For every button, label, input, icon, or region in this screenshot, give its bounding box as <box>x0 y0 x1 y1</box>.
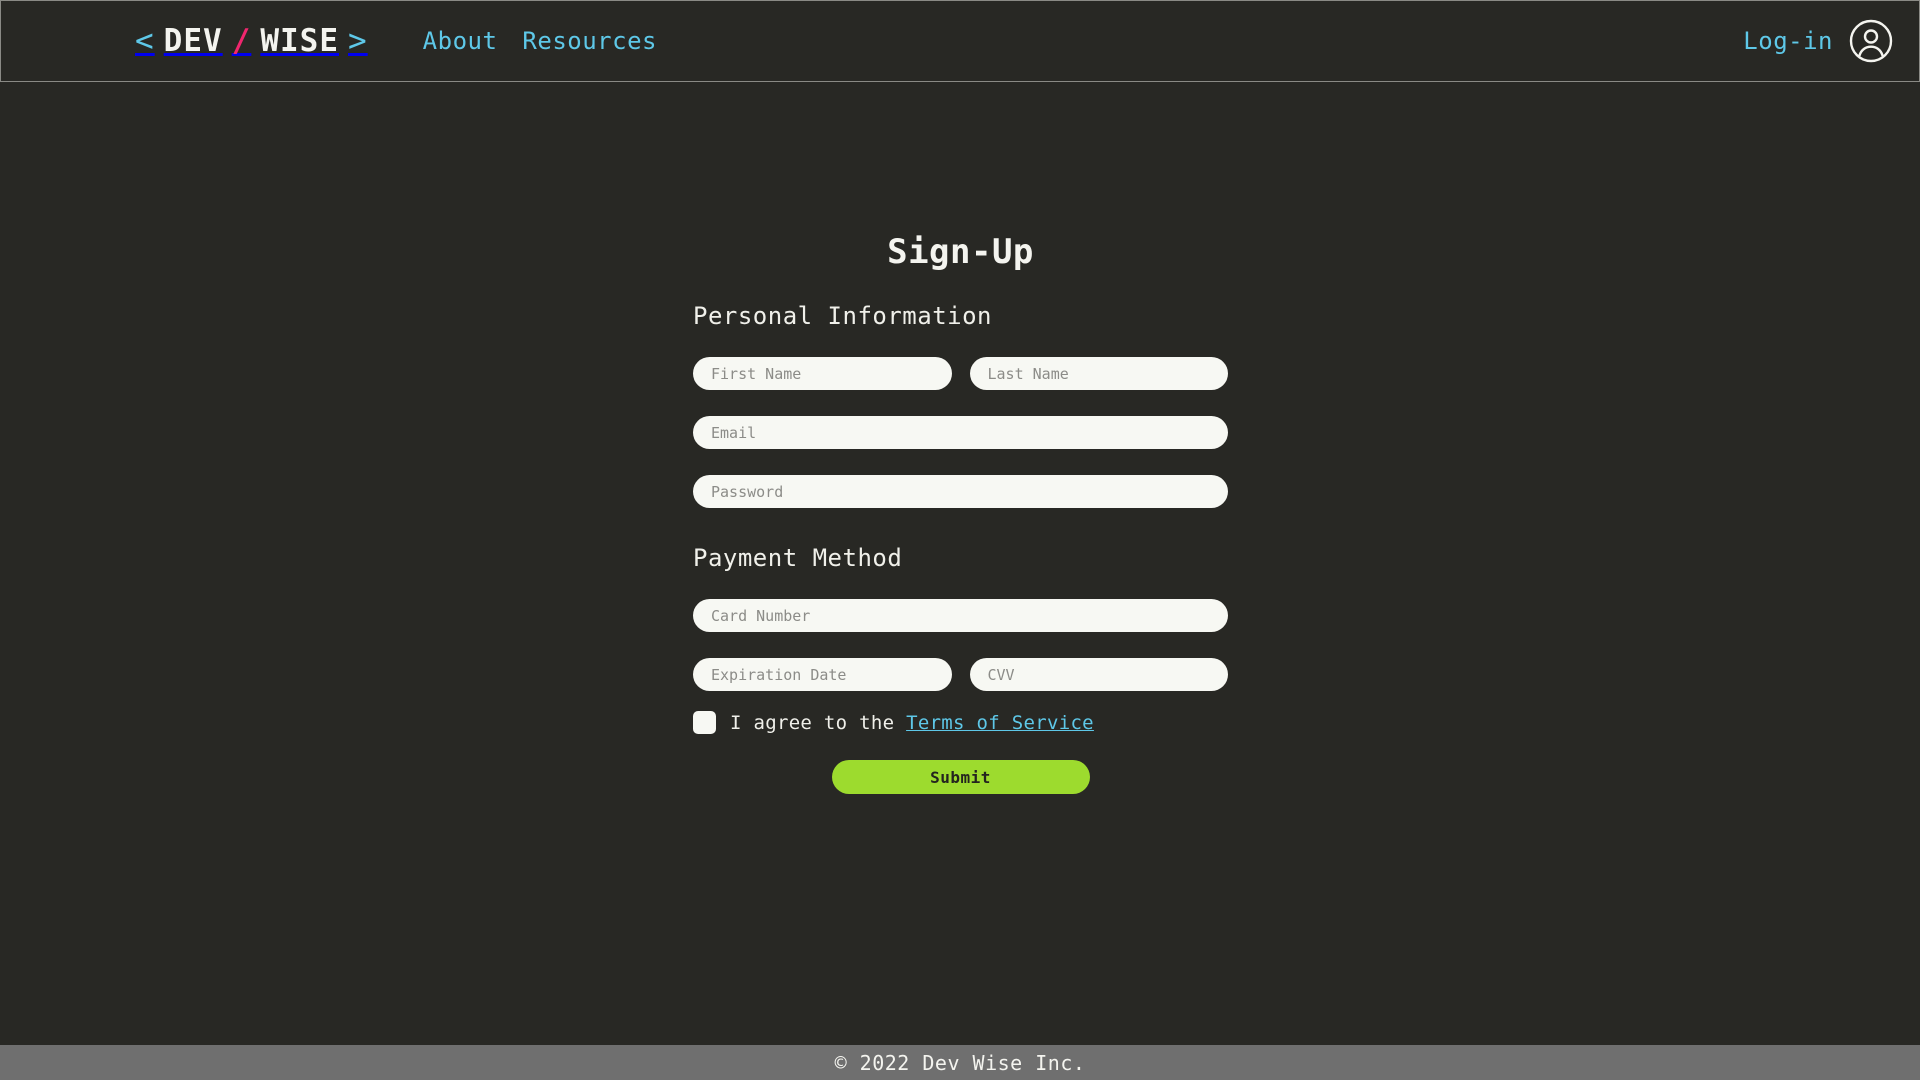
last-name-input[interactable] <box>969 357 1228 390</box>
brand-logo[interactable]: < DEV / WISE > <box>135 23 368 59</box>
first-name-input[interactable] <box>693 357 952 390</box>
logo-word-dev: DEV <box>163 23 223 59</box>
terms-text: I agree to the Terms of Service <box>730 712 1094 734</box>
login-link[interactable]: Log-in <box>1743 27 1833 55</box>
cvv-input[interactable] <box>969 658 1228 691</box>
terms-checkbox[interactable] <box>693 711 716 734</box>
logo-word-wise: WISE <box>260 23 339 59</box>
logo-slash: / <box>231 23 252 59</box>
submit-button[interactable]: Submit <box>831 760 1090 794</box>
site-footer: © 2022 Dev Wise Inc. <box>0 1045 1920 1080</box>
password-field-row <box>693 475 1228 508</box>
header-right: Log-in <box>1743 19 1893 63</box>
expiration-date-input[interactable] <box>693 658 952 691</box>
nav-link-resources[interactable]: Resources <box>522 27 657 55</box>
section-label-payment-method: Payment Method <box>693 544 903 572</box>
main-nav: About Resources <box>423 27 657 55</box>
signup-form: Sign-Up Personal Information Payment Met… <box>693 232 1228 794</box>
page-main: Sign-Up Personal Information Payment Met… <box>0 82 1920 1045</box>
copyright-text: © 2022 Dev Wise Inc. <box>834 1050 1086 1075</box>
nav-link-about[interactable]: About <box>423 27 498 55</box>
card-details-field-row <box>693 658 1228 691</box>
site-header: < DEV / WISE > About Resources Log-in <box>0 0 1920 82</box>
page-title: Sign-Up <box>887 232 1034 272</box>
logo-close-bracket: > <box>348 23 368 59</box>
card-number-input[interactable] <box>693 599 1228 632</box>
logo-open-bracket: < <box>135 23 155 59</box>
user-circle-icon[interactable] <box>1849 19 1893 63</box>
email-field-row <box>693 416 1228 449</box>
email-input[interactable] <box>693 416 1228 449</box>
section-label-personal-information: Personal Information <box>693 302 992 330</box>
card-number-field-row <box>693 599 1228 632</box>
terms-prefix-label: I agree to the <box>730 711 907 734</box>
submit-wrap: Submit <box>693 760 1228 794</box>
password-input[interactable] <box>693 475 1228 508</box>
terms-of-service-link[interactable]: Terms of Service <box>906 712 1094 734</box>
name-field-row <box>693 357 1228 390</box>
terms-row: I agree to the Terms of Service <box>693 711 1228 734</box>
